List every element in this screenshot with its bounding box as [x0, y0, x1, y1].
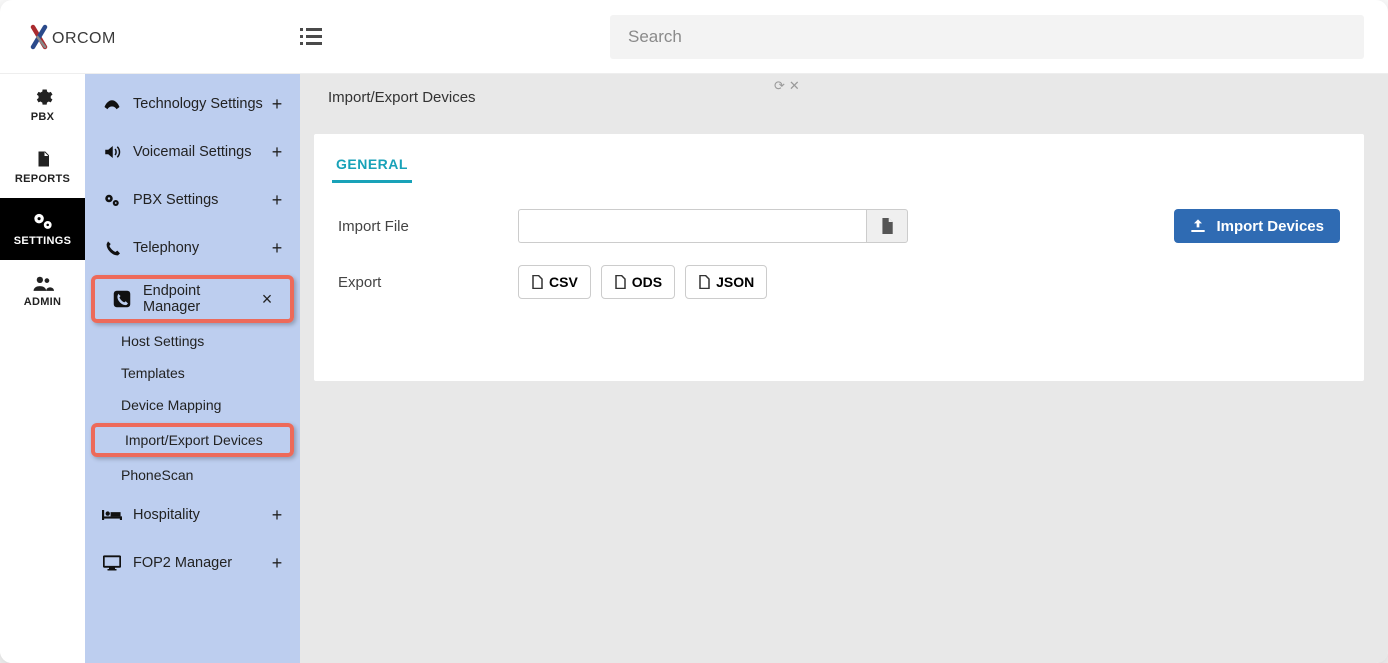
tab-label: GENERAL: [336, 156, 408, 172]
sidebar-sub-phonescan[interactable]: PhoneScan: [85, 459, 300, 491]
sidebar-item-label: Voicemail Settings: [125, 144, 268, 160]
desktop-icon: [99, 555, 125, 571]
phone-square-icon: [109, 290, 135, 308]
rail-pbx[interactable]: PBX: [0, 74, 85, 136]
export-label: Export: [338, 274, 518, 291]
sidebar-item-voicemail-settings[interactable]: Voicemail Settings +: [85, 128, 300, 176]
button-label: CSV: [549, 274, 578, 290]
sidebar-sub-host-settings[interactable]: Host Settings: [85, 325, 300, 357]
file-icon: [531, 275, 543, 289]
gears-icon: [99, 192, 125, 208]
sidebar-item-technology-settings[interactable]: Technology Settings +: [85, 80, 300, 128]
bed-icon: [99, 508, 125, 522]
page-tab-import-export-devices[interactable]: Import/Export Devices: [314, 74, 490, 120]
gears-icon: [32, 211, 54, 231]
expand-icon[interactable]: +: [268, 142, 286, 163]
export-csv-button[interactable]: CSV: [518, 265, 591, 299]
search-input[interactable]: [610, 15, 1364, 59]
browse-file-button[interactable]: [866, 209, 908, 243]
sidebar-item-label: Technology Settings: [125, 96, 268, 112]
export-ods-button[interactable]: ODS: [601, 265, 675, 299]
volume-icon: [99, 144, 125, 160]
sidebar-sub-label: Templates: [121, 365, 185, 381]
gear-icon: [33, 87, 53, 107]
sidebar-item-label: FOP2 Manager: [125, 555, 268, 571]
content-area: Import/Export Devices ⟳ ✕ GENERAL Import…: [300, 74, 1388, 663]
sidebar-sub-label: Import/Export Devices: [125, 432, 263, 448]
sidebar: Technology Settings + Voicemail Settings…: [85, 74, 300, 663]
sidebar-sub-label: Device Mapping: [121, 397, 221, 413]
sidebar-sub-import-export-devices[interactable]: Import/Export Devices: [95, 427, 290, 453]
close-icon[interactable]: ✕: [789, 78, 800, 94]
svg-text:ORCOM: ORCOM: [52, 30, 116, 47]
file-icon: [880, 218, 894, 234]
expand-icon[interactable]: +: [268, 505, 286, 526]
rail-reports[interactable]: REPORTS: [0, 136, 85, 198]
import-devices-button[interactable]: Import Devices: [1174, 209, 1340, 243]
page-tab-label: Import/Export Devices: [328, 89, 476, 106]
users-icon: [32, 274, 54, 292]
phone-icon: [99, 240, 125, 256]
rail-admin[interactable]: ADMIN: [0, 260, 85, 322]
list-icon[interactable]: [300, 28, 322, 46]
button-label: JSON: [716, 274, 754, 290]
sidebar-item-pbx-settings[interactable]: PBX Settings +: [85, 176, 300, 224]
rail-label: REPORTS: [15, 173, 70, 185]
sidebar-sub-label: Host Settings: [121, 333, 204, 349]
sidebar-item-label: PBX Settings: [125, 192, 268, 208]
refresh-icon[interactable]: ⟳: [774, 78, 785, 94]
sidebar-sub-templates[interactable]: Templates: [85, 357, 300, 389]
upload-icon: [1190, 219, 1206, 233]
sidebar-sub-label: PhoneScan: [121, 467, 193, 483]
sidebar-item-fop2-manager[interactable]: FOP2 Manager +: [85, 539, 300, 587]
rail-label: ADMIN: [24, 296, 62, 308]
sidebar-item-label: Endpoint Manager: [135, 283, 258, 315]
rail-settings[interactable]: SETTINGS: [0, 198, 85, 260]
sidebar-item-label: Hospitality: [125, 507, 268, 523]
collapse-icon[interactable]: ×: [258, 289, 276, 310]
expand-icon[interactable]: +: [268, 238, 286, 259]
sidebar-item-hospitality[interactable]: Hospitality +: [85, 491, 300, 539]
sidebar-item-telephony[interactable]: Telephony +: [85, 224, 300, 272]
file-icon: [614, 275, 626, 289]
nav-rail: PBX REPORTS SETTINGS ADMIN: [0, 74, 85, 663]
import-file-input[interactable]: [518, 209, 866, 243]
expand-icon[interactable]: +: [268, 553, 286, 574]
export-json-button[interactable]: JSON: [685, 265, 767, 299]
expand-icon[interactable]: +: [268, 94, 286, 115]
panel: GENERAL Import File: [314, 134, 1364, 381]
import-file-label: Import File: [338, 218, 518, 235]
sidebar-item-endpoint-manager[interactable]: Endpoint Manager ×: [95, 279, 290, 319]
sidebar-item-label: Telephony: [125, 240, 268, 256]
file-icon: [698, 275, 710, 289]
tab-general[interactable]: GENERAL: [332, 148, 412, 183]
phone-handset-icon: [99, 97, 125, 111]
button-label: Import Devices: [1216, 218, 1324, 235]
button-label: ODS: [632, 274, 662, 290]
brand-logo: ORCOM: [0, 19, 300, 55]
rail-label: PBX: [31, 111, 55, 123]
rail-label: SETTINGS: [14, 235, 71, 247]
sidebar-sub-device-mapping[interactable]: Device Mapping: [85, 389, 300, 421]
expand-icon[interactable]: +: [268, 190, 286, 211]
file-icon: [34, 149, 52, 169]
